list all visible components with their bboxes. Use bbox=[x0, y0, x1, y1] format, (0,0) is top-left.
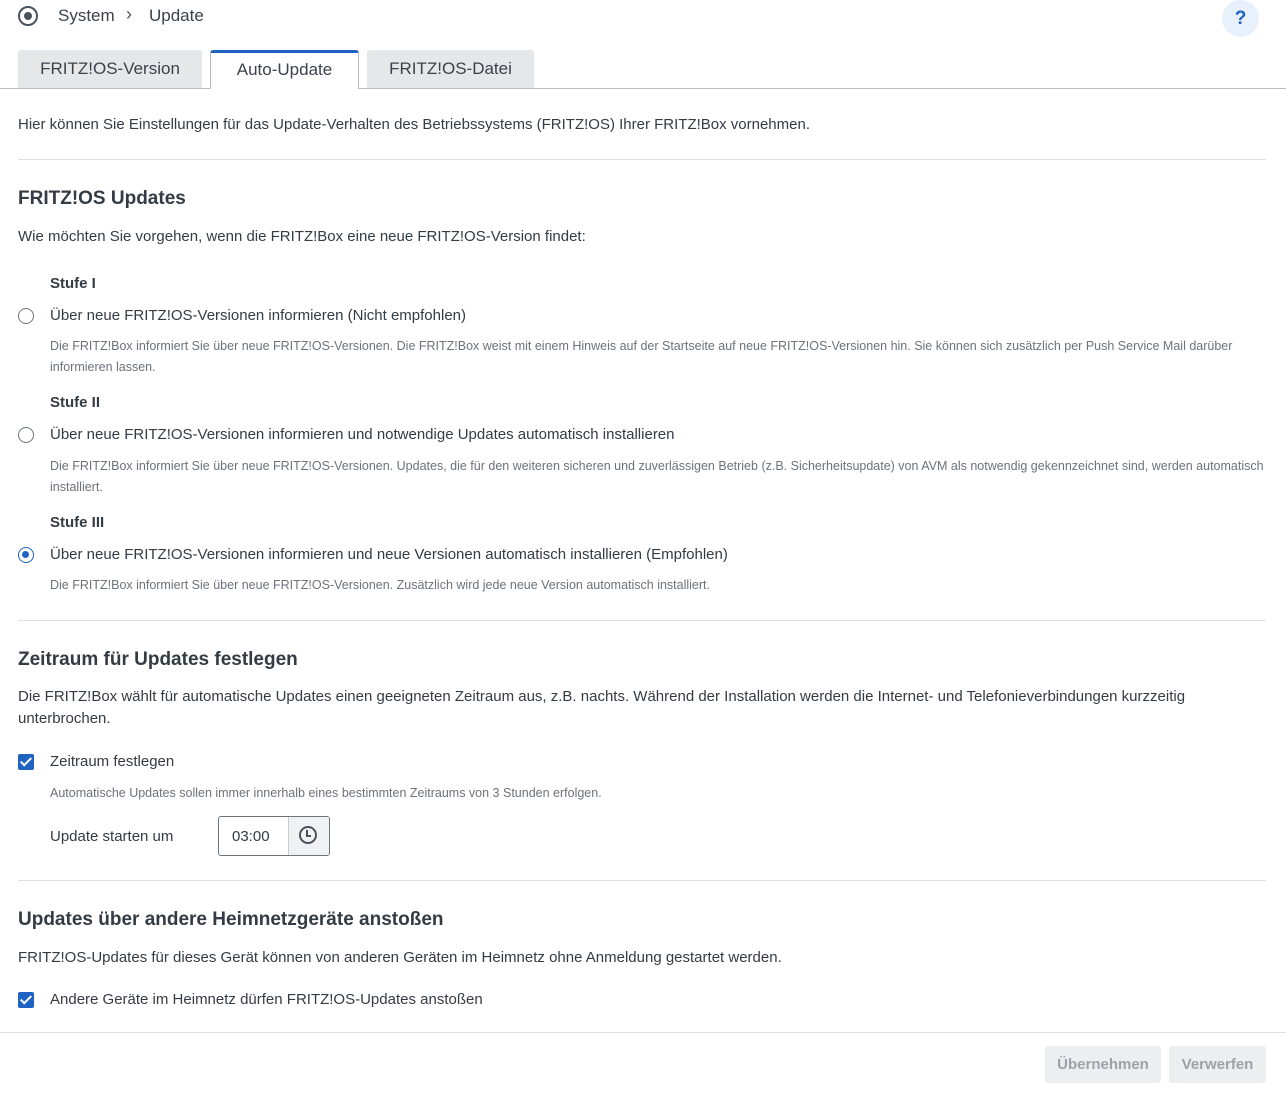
time-input[interactable]: 03:00 bbox=[218, 816, 330, 856]
discard-button[interactable]: Verwerfen bbox=[1169, 1046, 1266, 1083]
tabs-divider bbox=[0, 88, 1286, 89]
option-description: Die FRITZ!Box informiert Sie über neue F… bbox=[50, 578, 710, 592]
breadcrumb-system[interactable]: System bbox=[58, 6, 115, 26]
option-description: Die FRITZ!Box informiert Sie über neue F… bbox=[50, 339, 1233, 374]
system-menu-icon[interactable] bbox=[18, 6, 38, 26]
home-network-description: FRITZ!OS-Updates für dieses Gerät können… bbox=[18, 949, 782, 966]
section-title-updates: FRITZ!OS Updates bbox=[18, 188, 186, 209]
divider bbox=[18, 159, 1266, 160]
checkbox-home-network-label[interactable]: Andere Geräte im Heimnetz dürfen FRITZ!O… bbox=[50, 991, 483, 1008]
divider bbox=[18, 880, 1266, 881]
updates-question: Wie möchten Sie vorgehen, wenn die FRITZ… bbox=[18, 228, 586, 245]
top-bar: System › Update ? bbox=[0, 0, 1286, 37]
radio-stufe-2[interactable] bbox=[18, 427, 34, 443]
tab-fritzos-version[interactable]: FRITZ!OS-Version bbox=[18, 50, 202, 88]
help-button[interactable]: ? bbox=[1222, 0, 1259, 37]
timeframe-hint: Automatische Updates sollen immer innerh… bbox=[50, 786, 602, 800]
chevron-right-icon: › bbox=[126, 4, 132, 24]
tab-auto-update[interactable]: Auto-Update bbox=[210, 50, 359, 89]
radio-label-stufe-1[interactable]: Über neue FRITZ!OS-Versionen informieren… bbox=[50, 307, 466, 324]
clock-icon bbox=[299, 826, 317, 844]
checkbox-timeframe[interactable] bbox=[18, 754, 34, 770]
checkbox-home-network[interactable] bbox=[18, 992, 34, 1008]
timeframe-description: Die FRITZ!Box wählt für automatische Upd… bbox=[18, 688, 1186, 727]
intro-text: Hier können Sie Einstellungen für das Up… bbox=[18, 116, 810, 133]
level-label: Stufe I bbox=[50, 275, 96, 292]
option-description: Die FRITZ!Box informiert Sie über neue F… bbox=[50, 459, 1264, 494]
radio-label-stufe-2[interactable]: Über neue FRITZ!OS-Versionen informieren… bbox=[50, 426, 675, 443]
section-title-home-network: Updates über andere Heimnetzgeräte ansto… bbox=[18, 909, 444, 930]
footer-divider bbox=[0, 1032, 1286, 1033]
time-picker-button[interactable] bbox=[288, 817, 329, 855]
level-label: Stufe III bbox=[50, 514, 105, 531]
radio-stufe-3[interactable] bbox=[18, 547, 34, 563]
update-start-label: Update starten um bbox=[50, 828, 174, 845]
tab-fritzos-datei[interactable]: FRITZ!OS-Datei bbox=[367, 50, 534, 88]
checkbox-timeframe-label[interactable]: Zeitraum festlegen bbox=[50, 753, 174, 770]
divider bbox=[18, 620, 1266, 621]
apply-button[interactable]: Übernehmen bbox=[1045, 1046, 1161, 1083]
breadcrumb-update: Update bbox=[149, 6, 204, 25]
time-input-value[interactable]: 03:00 bbox=[232, 828, 270, 845]
radio-label-stufe-3[interactable]: Über neue FRITZ!OS-Versionen informieren… bbox=[50, 546, 728, 563]
section-title-timeframe: Zeitraum für Updates festlegen bbox=[18, 649, 298, 670]
level-label: Stufe II bbox=[50, 394, 101, 411]
radio-stufe-1[interactable] bbox=[18, 308, 34, 324]
